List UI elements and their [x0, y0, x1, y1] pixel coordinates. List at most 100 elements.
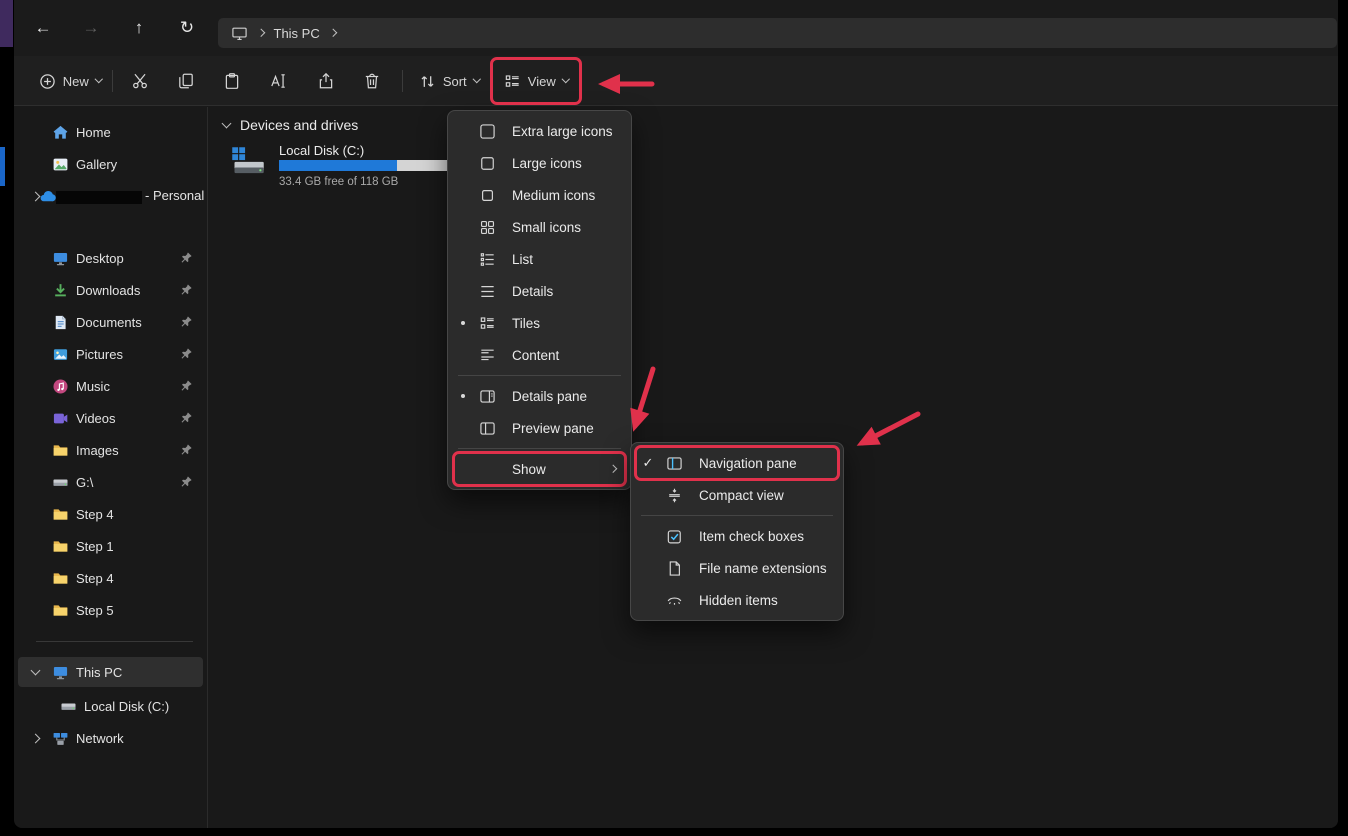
- drive-name: Local Disk (C:): [279, 143, 364, 158]
- chevron-down-icon: [95, 75, 103, 83]
- drive-icon: [52, 474, 76, 491]
- menu-separator: [458, 375, 621, 376]
- menu-item-label: Hidden items: [699, 593, 778, 608]
- chevron-right-icon: [31, 733, 41, 743]
- folder-icon: [52, 570, 76, 587]
- sidebar-item-g-drive[interactable]: G:\: [18, 467, 203, 497]
- gallery-icon: [52, 156, 76, 173]
- sidebar-item-step4b[interactable]: Step 4: [18, 563, 203, 593]
- sidebar-item-label: Home: [76, 125, 111, 140]
- menu-item-medium-icons[interactable]: Medium icons: [452, 179, 627, 211]
- sidebar-item-downloads[interactable]: Downloads: [18, 275, 203, 305]
- medium-icons-icon: [474, 187, 500, 204]
- sidebar-item-local-disk-c[interactable]: Local Disk (C:): [18, 691, 203, 721]
- sidebar-item-pictures[interactable]: Pictures: [18, 339, 203, 369]
- menu-item-preview-pane[interactable]: Preview pane: [452, 412, 627, 444]
- back-button[interactable]: ←: [26, 11, 60, 45]
- paste-button[interactable]: [210, 64, 254, 98]
- new-button[interactable]: New: [28, 64, 112, 98]
- menu-item-label: Navigation pane: [699, 456, 797, 471]
- menu-separator: [458, 448, 621, 449]
- menu-item-extra-large-icons[interactable]: Extra large icons: [452, 115, 627, 147]
- menu-item-details-pane[interactable]: Details pane: [452, 380, 627, 412]
- menu-item-label: File name extensions: [699, 561, 827, 576]
- local-disk-c-tile[interactable]: Local Disk (C:) 33.4 GB free of 118 GB: [229, 143, 469, 193]
- expander-chevron[interactable]: [32, 735, 52, 742]
- forward-button[interactable]: →: [74, 11, 108, 45]
- sidebar-item-gallery[interactable]: Gallery: [18, 149, 203, 179]
- breadcrumb-this-pc[interactable]: This PC: [274, 26, 320, 41]
- pin-icon: [180, 443, 193, 456]
- sidebar-item-music[interactable]: Music: [18, 371, 203, 401]
- network-icon: [52, 730, 76, 747]
- sidebar-item-images[interactable]: Images: [18, 435, 203, 465]
- documents-icon: [52, 314, 76, 331]
- toolbar-divider: [112, 70, 113, 92]
- cut-icon: [131, 72, 149, 90]
- sidebar-item-step1[interactable]: Step 1: [18, 531, 203, 561]
- title-bar: ← → ↑ ↻ This PC: [14, 0, 1338, 56]
- sidebar-item-videos[interactable]: Videos: [18, 403, 203, 433]
- group-header-devices-and-drives[interactable]: Devices and drives: [223, 117, 358, 133]
- sidebar-item-label: Music: [76, 379, 110, 394]
- sidebar-item-desktop[interactable]: Desktop: [18, 243, 203, 273]
- share-button[interactable]: [304, 64, 348, 98]
- expander-chevron[interactable]: [32, 193, 39, 200]
- trash-icon: [363, 72, 381, 90]
- sidebar-item-network[interactable]: Network: [18, 723, 203, 753]
- delete-button[interactable]: [350, 64, 394, 98]
- menu-item-label: Item check boxes: [699, 529, 804, 544]
- submenu-item-hidden-items[interactable]: Hidden items: [635, 584, 839, 616]
- check-icon: ✓: [635, 456, 661, 471]
- up-button[interactable]: ↑: [122, 11, 156, 45]
- sidebar-item-label: This PC: [76, 665, 122, 680]
- downloads-icon: [52, 282, 76, 299]
- pin-icon: [180, 411, 193, 424]
- menu-item-details[interactable]: Details: [452, 275, 627, 307]
- sidebar-item-label: - Personal: [56, 188, 204, 203]
- drive-capacity-bar: [279, 160, 447, 171]
- sidebar-item-step4[interactable]: Step 4: [18, 499, 203, 529]
- submenu-item-navigation-pane[interactable]: ✓ Navigation pane: [635, 447, 839, 479]
- this-pc-icon: [52, 664, 76, 681]
- sidebar-item-label: Step 5: [76, 603, 114, 618]
- menu-item-content[interactable]: Content: [452, 339, 627, 371]
- sidebar-item-label: Local Disk (C:): [84, 699, 169, 714]
- menu-item-label: Tiles: [512, 316, 540, 331]
- onedrive-cloud-icon: [39, 188, 56, 205]
- menu-item-label: Details pane: [512, 389, 587, 404]
- sidebar-item-documents[interactable]: Documents: [18, 307, 203, 337]
- menu-item-tiles[interactable]: Tiles: [452, 307, 627, 339]
- videos-icon: [52, 410, 76, 427]
- group-header-label: Devices and drives: [240, 117, 358, 133]
- large-icons-icon: [474, 155, 500, 172]
- drive-capacity-fill: [279, 160, 397, 171]
- local-disk-icon: [60, 698, 84, 715]
- tiles-icon: [474, 315, 500, 332]
- sort-button[interactable]: Sort: [412, 64, 486, 98]
- submenu-item-compact-view[interactable]: Compact view: [635, 479, 839, 511]
- refresh-button[interactable]: ↻: [170, 11, 204, 45]
- details-pane-icon: [474, 388, 500, 405]
- menu-separator: [641, 515, 833, 516]
- submenu-item-file-name-extensions[interactable]: File name extensions: [635, 552, 839, 584]
- menu-item-large-icons[interactable]: Large icons: [452, 147, 627, 179]
- copy-button[interactable]: [164, 64, 208, 98]
- sidebar-item-home[interactable]: Home: [18, 117, 203, 147]
- sidebar-item-this-pc[interactable]: This PC: [18, 657, 203, 687]
- menu-item-label: Details: [512, 284, 553, 299]
- menu-item-show[interactable]: Show: [452, 453, 627, 485]
- menu-item-small-icons[interactable]: Small icons: [452, 211, 627, 243]
- sidebar-item-step5[interactable]: Step 5: [18, 595, 203, 625]
- command-bar: New Sort View: [14, 56, 1338, 106]
- address-bar[interactable]: This PC: [218, 18, 1337, 48]
- chevron-right-icon: [257, 29, 265, 37]
- sidebar-item-onedrive[interactable]: - Personal: [18, 181, 203, 211]
- expander-chevron[interactable]: [32, 671, 52, 674]
- cut-button[interactable]: [118, 64, 162, 98]
- view-button[interactable]: View: [498, 64, 574, 98]
- menu-item-list[interactable]: List: [452, 243, 627, 275]
- submenu-item-item-check-boxes[interactable]: Item check boxes: [635, 520, 839, 552]
- menu-item-label: Extra large icons: [512, 124, 613, 139]
- rename-button[interactable]: [256, 64, 300, 98]
